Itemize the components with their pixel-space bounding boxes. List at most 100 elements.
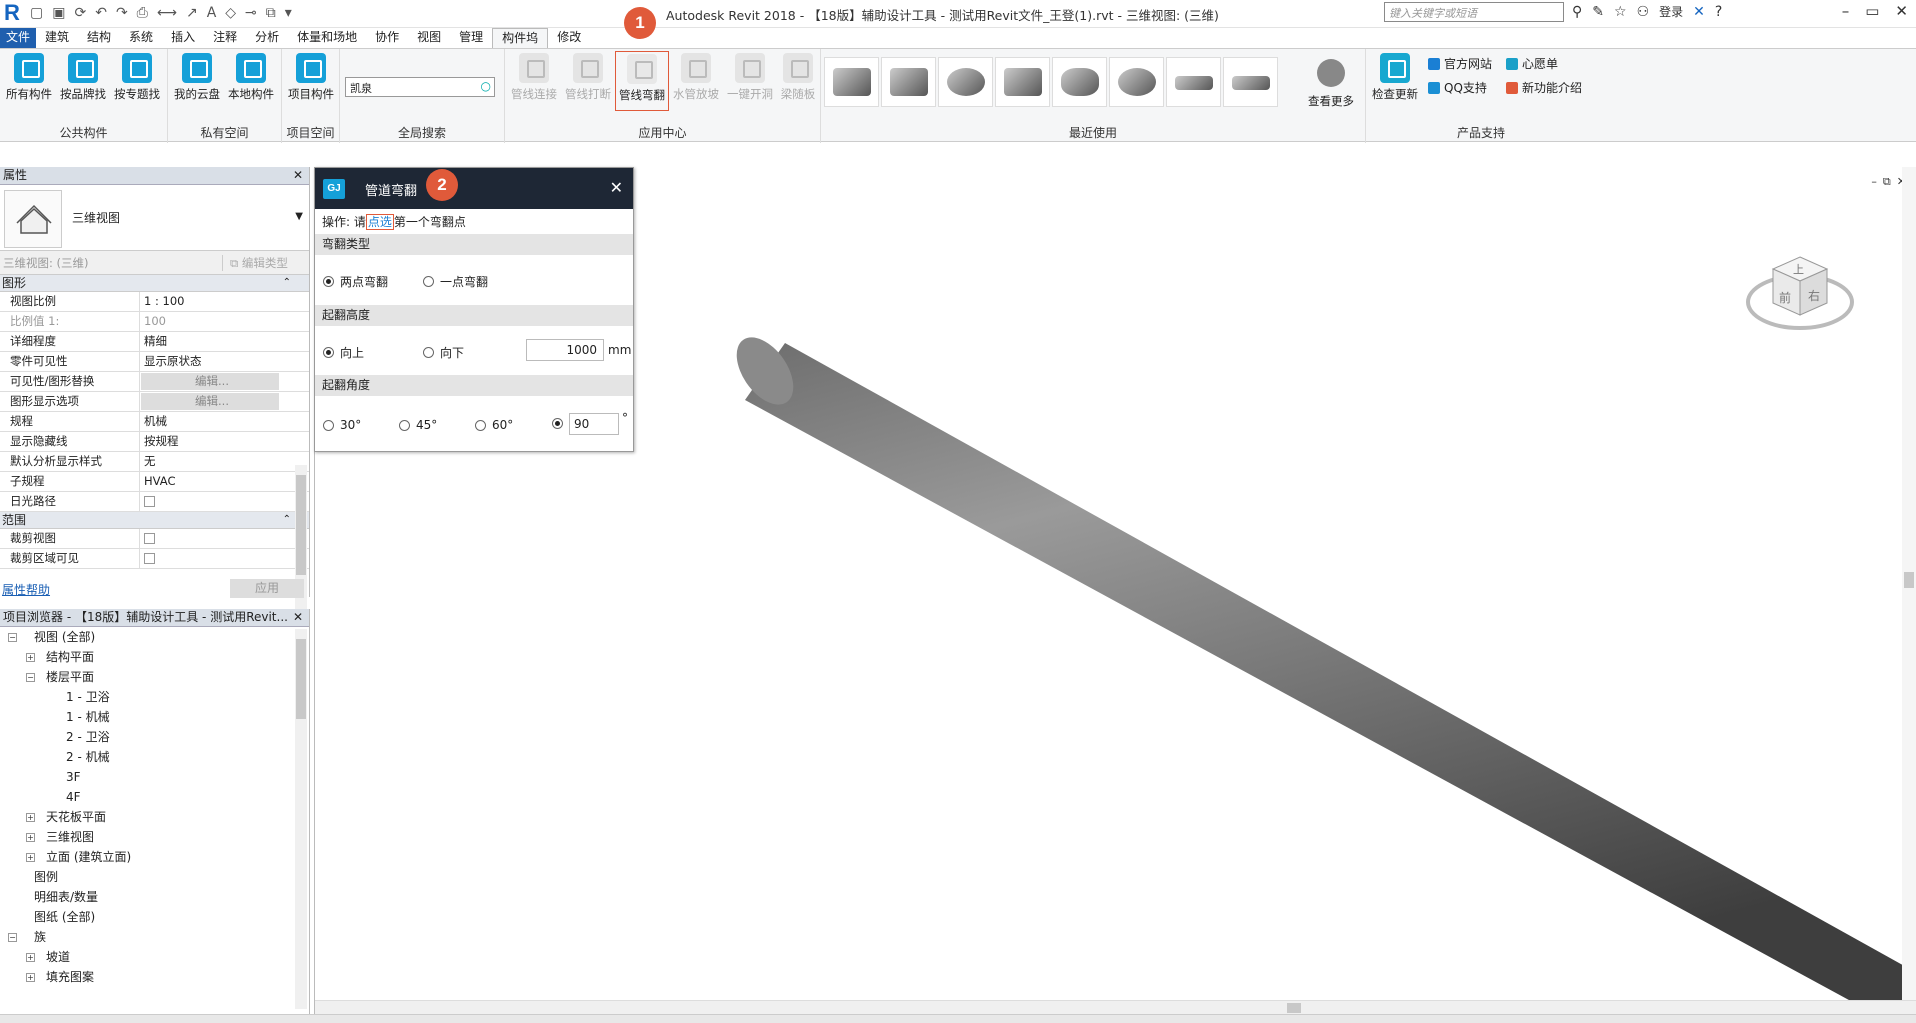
dialog-header[interactable]: GJ 管道弯翻 ✕ <box>315 168 633 209</box>
open-icon[interactable]: ▢ <box>30 5 43 21</box>
apply-button[interactable]: 应用 <box>230 579 304 598</box>
checkbox[interactable] <box>144 533 155 544</box>
section-icon[interactable]: ⊸ <box>245 5 257 21</box>
tree-node[interactable]: − 楼层平面 <box>0 667 309 687</box>
global-search-input[interactable]: 凯泉 ○ <box>345 77 495 97</box>
collapse-icon[interactable]: − <box>8 633 17 642</box>
recent-item[interactable] <box>881 57 936 107</box>
property-checkbox-cell[interactable] <box>140 492 278 511</box>
all-components-button[interactable]: 所有构件 <box>2 53 56 102</box>
collapse-icon[interactable]: ⌃ <box>283 275 291 291</box>
tab-0[interactable]: 文件 <box>0 28 37 48</box>
undo-icon[interactable]: ↶ <box>95 5 107 21</box>
tab-8[interactable]: 协作 <box>366 28 408 48</box>
expand-icon[interactable]: + <box>26 953 35 962</box>
dimension-icon[interactable]: ↗ <box>186 5 198 21</box>
edit-button[interactable]: 编辑... <box>141 393 279 410</box>
tab-3[interactable]: 系统 <box>120 28 162 48</box>
collapse-icon[interactable]: − <box>26 673 35 682</box>
print-icon[interactable]: ⎙ <box>137 5 148 21</box>
radio-angle-45[interactable]: 45° <box>399 418 437 432</box>
property-value[interactable]: 1 : 100 <box>140 292 278 311</box>
help-search-input[interactable]: 键入关键字或短语 <box>1384 2 1564 22</box>
tree-node[interactable]: − 视图 (全部) <box>0 627 309 647</box>
property-value[interactable]: 显示原状态 <box>140 352 278 371</box>
viewcube-top-label[interactable]: 上 <box>1793 261 1804 277</box>
user-icon[interactable]: ⚇ <box>1637 4 1650 20</box>
property-value[interactable]: 按规程 <box>140 432 278 451</box>
property-checkbox-cell[interactable] <box>140 549 278 568</box>
tab-12[interactable]: 修改 <box>548 28 590 48</box>
scroll-thumb[interactable] <box>1287 1003 1301 1013</box>
horizontal-scrollbar[interactable] <box>315 1000 1916 1014</box>
collapse-icon[interactable]: − <box>8 933 17 942</box>
edit-type-button[interactable]: ⧉ 编辑类型 <box>230 255 288 271</box>
switch-windows-icon[interactable]: ⧉ <box>266 5 276 21</box>
property-checkbox-cell[interactable] <box>140 529 278 548</box>
official-site-link[interactable]: 官方网站 <box>1428 55 1492 72</box>
pipe-bend-button[interactable]: 管线弯翻 <box>615 51 669 111</box>
search-icon[interactable]: ○ <box>481 79 491 93</box>
tree-node[interactable]: + 天花板平面 <box>0 807 309 827</box>
view-cube[interactable]: 上 前 右 <box>1745 247 1855 337</box>
find-by-brand-button[interactable]: 按品牌找 <box>56 53 110 102</box>
tab-7[interactable]: 体量和场地 <box>288 28 366 48</box>
type-selector[interactable]: 三维视图 ▼ <box>0 185 309 251</box>
checkbox[interactable] <box>144 496 155 507</box>
tab-2[interactable]: 结构 <box>78 28 120 48</box>
revit-logo-icon[interactable]: R <box>4 2 22 24</box>
tree-node[interactable]: 4F <box>0 787 309 807</box>
dropdown-arrow-icon[interactable]: ▼ <box>295 211 303 222</box>
pipe-slope-button[interactable]: 水管放坡 <box>669 53 723 102</box>
tree-node[interactable]: + 三维视图 <box>0 827 309 847</box>
tree-node[interactable]: − 族 <box>0 927 309 947</box>
viewcube-front-label[interactable]: 前 <box>1779 289 1791 306</box>
property-group[interactable]: 范围 ⌃ <box>0 512 309 529</box>
local-components-button[interactable]: 本地构件 <box>224 53 278 102</box>
close-icon[interactable]: ✕ <box>610 178 623 197</box>
tab-6[interactable]: 分析 <box>246 28 288 48</box>
collapse-icon[interactable]: ⌃ <box>283 512 291 528</box>
scroll-thumb[interactable] <box>296 475 306 575</box>
radio-angle-60[interactable]: 60° <box>475 418 513 432</box>
instance-filter-select[interactable]: 三维视图: (三维) <box>3 255 223 271</box>
edit-button[interactable]: 编辑... <box>141 373 279 390</box>
tree-node[interactable]: 1 - 卫浴 <box>0 687 309 707</box>
height-input[interactable]: 1000 <box>526 339 604 361</box>
3d-view-icon[interactable]: ◇ <box>225 5 236 21</box>
tree-node[interactable]: 2 - 机械 <box>0 747 309 767</box>
tab-4[interactable]: 插入 <box>162 28 204 48</box>
close-icon[interactable]: ✕ <box>293 609 303 626</box>
subscription-icon[interactable]: ✎ <box>1592 4 1604 20</box>
auto-opening-button[interactable]: 一键开洞 <box>723 53 777 102</box>
recent-item[interactable] <box>1109 57 1164 107</box>
angle-input[interactable]: 90 <box>569 413 619 435</box>
tree-node[interactable]: 1 - 机械 <box>0 707 309 727</box>
tree-node[interactable]: 3F <box>0 767 309 787</box>
wishlist-link[interactable]: 心愿单 <box>1506 55 1558 72</box>
pipe-connect-button[interactable]: 管线连接 <box>507 53 561 102</box>
scroll-thumb[interactable] <box>1904 572 1914 588</box>
tree-node[interactable]: 图纸 (全部) <box>0 907 309 927</box>
expand-icon[interactable]: + <box>26 813 35 822</box>
recent-item[interactable] <box>995 57 1050 107</box>
tab-10[interactable]: 管理 <box>450 28 492 48</box>
radio-one-point[interactable]: 一点弯翻 <box>423 273 488 290</box>
close-window-icon[interactable]: ✕ <box>1895 2 1908 20</box>
radio-two-point[interactable]: 两点弯翻 <box>323 273 388 290</box>
view-more-button[interactable]: 查看更多 <box>1303 59 1359 109</box>
autodesk-x-icon[interactable]: ✕ <box>1693 4 1705 20</box>
property-value[interactable]: 无 <box>140 452 278 471</box>
expand-icon[interactable]: + <box>26 833 35 842</box>
save-icon[interactable]: ▣ <box>52 5 65 21</box>
recent-item[interactable] <box>1052 57 1107 107</box>
properties-help-link[interactable]: 属性帮助 <box>2 581 50 598</box>
restore-icon[interactable]: ▭ <box>1865 2 1879 20</box>
property-value[interactable]: 精细 <box>140 332 278 351</box>
viewcube-right-label[interactable]: 右 <box>1808 287 1820 304</box>
sync-icon[interactable]: ⟳ <box>74 5 86 21</box>
scroll-thumb[interactable] <box>296 639 306 719</box>
expand-icon[interactable]: + <box>26 973 35 982</box>
checkbox[interactable] <box>144 553 155 564</box>
tree-node[interactable]: 2 - 卫浴 <box>0 727 309 747</box>
